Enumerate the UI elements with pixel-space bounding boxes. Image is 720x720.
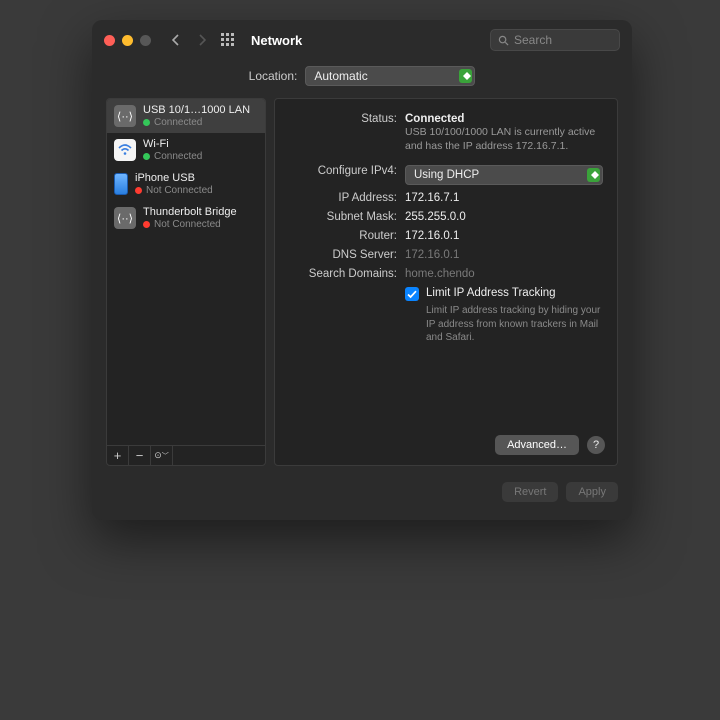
configure-ipv4-label: Configure IPv4: [289, 165, 397, 185]
sidebar-item-label: iPhone USB [135, 172, 213, 185]
status-label: Status: [289, 113, 397, 153]
show-all-button[interactable] [219, 31, 237, 49]
search-domains-label: Search Domains: [289, 268, 397, 280]
sidebar-item-thunderbolt-bridge[interactable]: ⟨··⟩ Thunderbolt Bridge Not Connected [107, 201, 265, 235]
sidebar-item-usb-lan[interactable]: ⟨··⟩ USB 10/1…1000 LAN Connected [107, 99, 265, 133]
chevron-updown-icon [459, 69, 472, 83]
remove-interface-button[interactable]: − [129, 446, 151, 465]
window-title: Network [251, 33, 302, 48]
status-dot-icon [143, 221, 150, 228]
sidebar-item-label: USB 10/1…1000 LAN [143, 104, 250, 117]
sidebar-item-status: Connected [143, 117, 250, 129]
forward-button [193, 31, 211, 49]
bottom-buttons: Revert Apply [92, 476, 632, 508]
back-button[interactable] [167, 31, 185, 49]
chevron-updown-icon [587, 168, 600, 182]
status-value: Connected [405, 113, 464, 125]
location-row: Location: Automatic [92, 60, 632, 98]
sidebar-item-wifi[interactable]: Wi-Fi Connected [107, 133, 265, 167]
status-dot-icon [135, 187, 142, 194]
ethernet-icon: ⟨··⟩ [114, 105, 136, 127]
detail-pane: Status: Connected USB 10/100/1000 LAN is… [274, 98, 618, 466]
sidebar-footer: + − ⊙﹀ [107, 445, 265, 465]
dns-server-value: 172.16.0.1 [405, 249, 603, 261]
add-interface-button[interactable]: + [107, 446, 129, 465]
grid-icon [221, 33, 235, 47]
sidebar-item-label: Thunderbolt Bridge [143, 206, 237, 219]
search-domains-value: home.chendo [405, 268, 603, 280]
interface-sidebar: ⟨··⟩ USB 10/1…1000 LAN Connected Wi-Fi C… [106, 98, 266, 466]
search-placeholder: Search [514, 33, 552, 47]
iphone-icon [114, 173, 128, 195]
sidebar-item-status: Connected [143, 151, 202, 163]
search-icon [498, 35, 509, 46]
sidebar-item-status: Not Connected [135, 185, 213, 197]
subnet-mask-label: Subnet Mask: [289, 211, 397, 223]
location-label: Location: [249, 69, 298, 83]
sidebar-item-label: Wi-Fi [143, 138, 202, 151]
router-value: 172.16.0.1 [405, 230, 603, 242]
titlebar: Network Search [92, 20, 632, 60]
sidebar-item-iphone-usb[interactable]: iPhone USB Not Connected [107, 167, 265, 201]
close-icon[interactable] [104, 35, 115, 46]
location-select[interactable]: Automatic [305, 66, 475, 86]
limit-ip-tracking-checkbox[interactable] [405, 287, 419, 301]
help-button[interactable]: ? [587, 436, 605, 454]
advanced-button[interactable]: Advanced… [495, 435, 579, 455]
status-dot-icon [143, 153, 150, 160]
location-value: Automatic [314, 69, 367, 83]
network-preferences-window: Network Search Location: Automatic ⟨··⟩ … [92, 20, 632, 520]
more-options-button[interactable]: ⊙﹀ [151, 446, 173, 465]
ip-address-value: 172.16.7.1 [405, 192, 603, 204]
window-controls [104, 35, 151, 46]
minimize-icon[interactable] [122, 35, 133, 46]
apply-button: Apply [566, 482, 618, 502]
revert-button: Revert [502, 482, 558, 502]
subnet-mask-value: 255.255.0.0 [405, 211, 603, 223]
configure-ipv4-value: Using DHCP [414, 169, 479, 181]
wifi-icon [114, 139, 136, 161]
router-label: Router: [289, 230, 397, 242]
search-input[interactable]: Search [490, 29, 620, 51]
limit-ip-tracking-description: Limit IP address tracking by hiding your… [426, 304, 603, 345]
ip-address-label: IP Address: [289, 192, 397, 204]
status-dot-icon [143, 119, 150, 126]
zoom-icon [140, 35, 151, 46]
status-description: USB 10/100/1000 LAN is currently active … [405, 125, 603, 153]
dns-server-label: DNS Server: [289, 249, 397, 261]
interface-list: ⟨··⟩ USB 10/1…1000 LAN Connected Wi-Fi C… [107, 99, 265, 445]
ethernet-icon: ⟨··⟩ [114, 207, 136, 229]
limit-ip-tracking-label: Limit IP Address Tracking [426, 287, 556, 301]
configure-ipv4-select[interactable]: Using DHCP [405, 165, 603, 185]
sidebar-item-status: Not Connected [143, 219, 237, 231]
